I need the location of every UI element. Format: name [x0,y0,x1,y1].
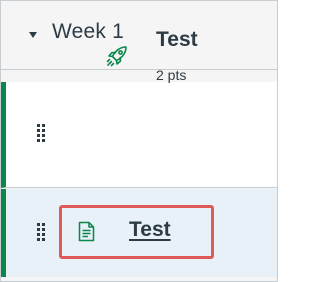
drag-handle-icon[interactable] [37,124,47,142]
drag-handle-icon[interactable] [37,223,47,241]
module-panel: Week 1 Test 2 pts Test [0,0,278,282]
caret-down-icon[interactable] [29,32,37,38]
rocket-icon [106,46,127,67]
quiz-item-title[interactable]: Test [156,28,198,52]
module-header[interactable]: Week 1 [1,1,277,70]
module-title: Week 1 [52,20,125,43]
highlight-annotation [59,205,214,259]
quiz-item-points: 2 pts [156,67,187,83]
